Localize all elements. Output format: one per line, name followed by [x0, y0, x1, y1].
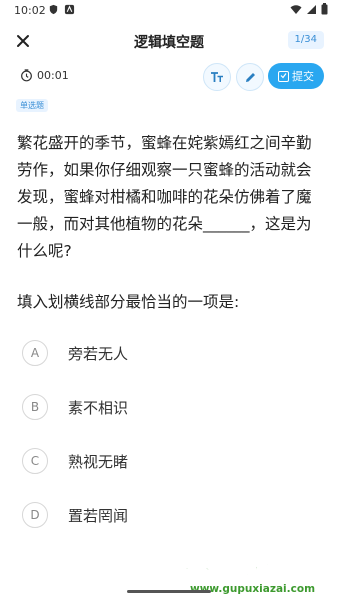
clock-icon: [21, 69, 32, 82]
pencil-icon: [245, 72, 255, 82]
option-letter: C: [22, 448, 48, 474]
submit-check-icon: [278, 70, 289, 82]
option-letter: D: [22, 502, 48, 528]
status-bar: 10:02: [0, 0, 338, 22]
text-size-icon: [211, 72, 223, 82]
watermark-brand: 谷普软件园: [184, 552, 319, 584]
home-indicator[interactable]: [127, 590, 211, 593]
option-text: 素不相识: [68, 398, 129, 417]
status-time: 10:02: [14, 4, 46, 17]
app-notification-icon: [64, 4, 75, 15]
font-size-button[interactable]: [203, 63, 231, 91]
top-bar: 逻辑填空题 1/34: [0, 26, 338, 56]
timer: 00:01: [20, 69, 69, 82]
question-prompt: 填入划横线部分最恰当的一项是:: [17, 293, 240, 311]
wifi-icon: [290, 4, 302, 14]
submit-button[interactable]: 提交: [268, 63, 324, 89]
option-text: 置若罔闻: [68, 506, 129, 525]
option-b[interactable]: B 素不相识: [22, 393, 128, 421]
option-a[interactable]: A 旁若无人: [22, 339, 128, 367]
battery-icon: [321, 3, 328, 15]
submit-label: 提交: [292, 70, 314, 83]
toolbar: 00:01 提交: [0, 62, 338, 92]
option-text: 熟视无睹: [68, 452, 129, 471]
question-type-badge: 单选题: [16, 99, 48, 112]
option-text: 旁若无人: [68, 344, 129, 363]
question-progress[interactable]: 1/34: [287, 31, 324, 49]
option-letter: B: [22, 394, 48, 420]
option-letter: A: [22, 340, 48, 366]
option-c[interactable]: C 熟视无睹: [22, 447, 128, 475]
draft-button[interactable]: [236, 63, 264, 91]
option-d[interactable]: D 置若罔闻: [22, 501, 128, 529]
question-text: 繁花盛开的季节，蜜蜂在姹紫嫣红之间辛勤劳作，如果你仔细观察一只蜜蜂的活动就会发现…: [17, 134, 312, 260]
watermark-url: www.gupuxiazai.com: [190, 583, 315, 595]
signal-icon: [307, 4, 316, 14]
timer-value: 00:01: [37, 69, 69, 82]
shield-icon: [49, 4, 58, 15]
